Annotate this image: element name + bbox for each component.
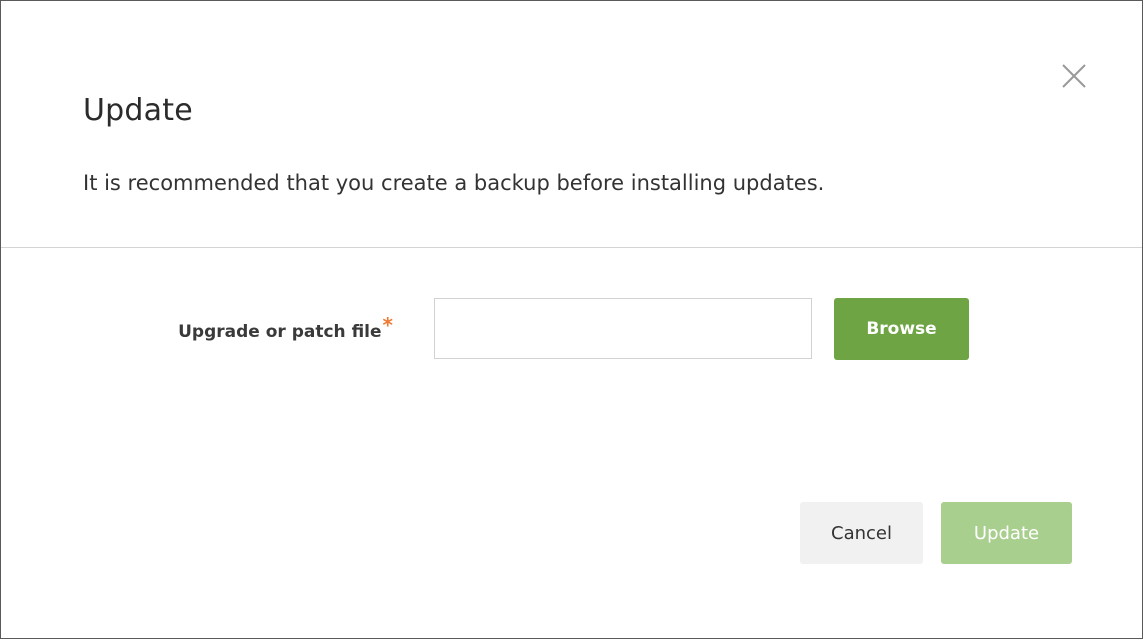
required-marker: * — [382, 313, 393, 337]
file-field-label: Upgrade or patch file* — [1, 313, 393, 342]
browse-button[interactable]: Browse — [834, 298, 969, 360]
file-field-label-text: Upgrade or patch file — [178, 322, 382, 342]
update-dialog: Update It is recommended that you create… — [0, 0, 1143, 639]
update-button[interactable]: Update — [941, 502, 1072, 564]
dialog-subtitle: It is recommended that you create a back… — [83, 171, 825, 195]
file-path-input[interactable] — [434, 298, 812, 359]
dialog-title: Update — [83, 93, 193, 128]
divider — [1, 247, 1142, 248]
close-icon[interactable] — [1059, 61, 1089, 91]
cancel-button[interactable]: Cancel — [800, 502, 923, 564]
